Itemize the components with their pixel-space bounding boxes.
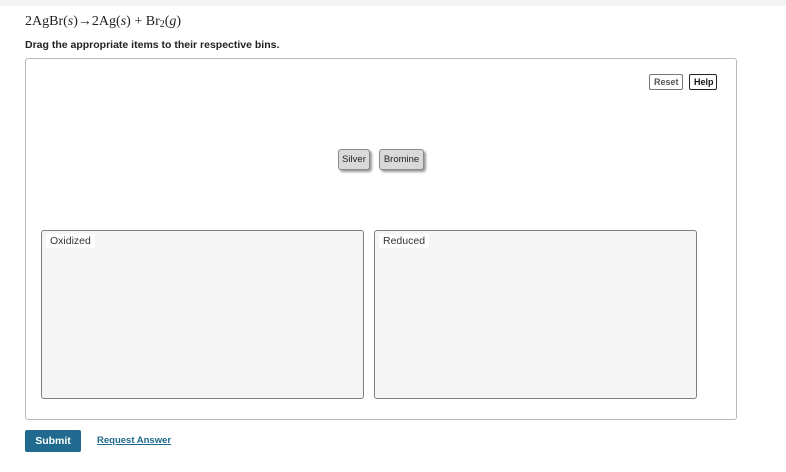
help-button[interactable]: Help [689,74,717,90]
reactant-state: s [67,14,74,29]
reaction-arrow: → [77,14,92,29]
draggable-item-silver[interactable]: Silver [338,149,370,170]
plus-sign: + [134,14,143,29]
draggable-item-bromine[interactable]: Bromine [379,149,424,170]
reset-button[interactable]: Reset [649,74,683,90]
product2-subscript: 2 [159,19,165,30]
bin-oxidized[interactable]: Oxidized [41,230,364,399]
instructions: Drag the appropriate items to their resp… [25,39,280,51]
reactant-formula: AgBr [32,14,64,29]
reactant-coefficient: 2 [25,14,32,29]
bin-reduced[interactable]: Reduced [374,230,697,399]
chemical-equation: 2AgBr(s)→2Ag(s) + Br2(g) [25,14,182,30]
product2-formula: Br [145,14,160,29]
bin-oxidized-label: Oxidized [46,234,95,248]
page: 2AgBr(s)→2Ag(s) + Br2(g) Drag the approp… [0,0,786,472]
request-answer-link[interactable]: Request Answer [97,435,171,446]
product1-state: s [120,14,127,29]
product2-state: g [169,14,177,29]
bin-reduced-label: Reduced [379,234,430,248]
top-strip [0,0,786,6]
product1-coefficient: 2 [91,14,99,29]
drag-drop-workspace: Reset Help Silver Bromine Oxidized Reduc… [25,58,737,420]
submit-button[interactable]: Submit [25,430,81,452]
product1-formula: Ag [98,14,117,29]
